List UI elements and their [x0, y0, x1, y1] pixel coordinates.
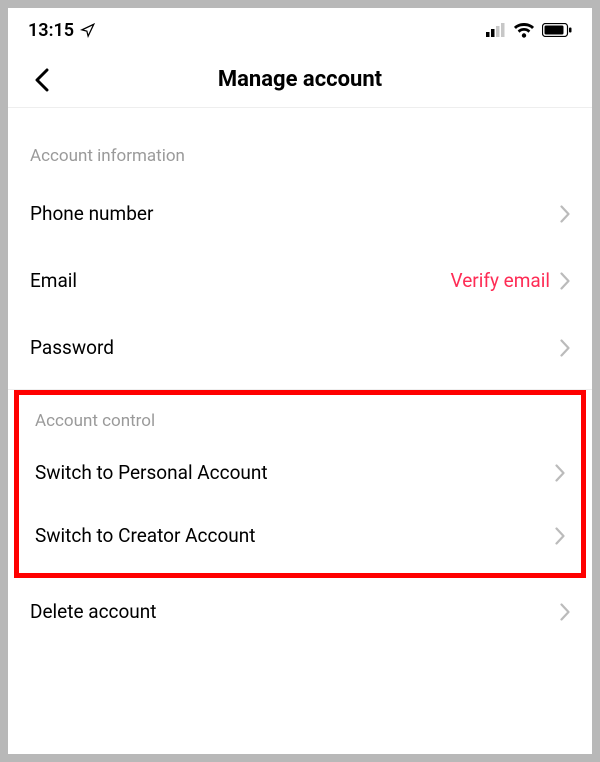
status-time: 13:15	[28, 20, 74, 41]
location-icon	[80, 23, 95, 38]
section-header-account-control: Account control	[19, 399, 581, 441]
row-label: Password	[30, 336, 114, 359]
chevron-left-icon	[35, 68, 49, 92]
page-title: Manage account	[8, 67, 592, 92]
status-left: 13:15	[28, 20, 95, 41]
content: Account information Phone number Email V…	[8, 108, 592, 645]
highlight-account-control: Account control Switch to Personal Accou…	[14, 390, 586, 578]
chevron-right-icon	[555, 464, 565, 482]
row-label: Phone number	[30, 202, 153, 225]
cellular-icon	[486, 23, 506, 37]
status-right	[486, 23, 572, 38]
row-password[interactable]: Password	[8, 314, 592, 381]
nav-bar: Manage account	[8, 52, 592, 108]
status-bar: 13:15	[8, 8, 592, 52]
row-label: Delete account	[30, 600, 157, 623]
back-button[interactable]	[22, 60, 62, 100]
section-header-account-info: Account information	[8, 118, 592, 180]
row-delete-account[interactable]: Delete account	[8, 578, 592, 645]
chevron-right-icon	[555, 527, 565, 545]
chevron-right-icon	[560, 205, 570, 223]
chevron-right-icon	[560, 603, 570, 621]
row-label: Email	[30, 269, 77, 292]
row-label: Switch to Creator Account	[35, 524, 255, 547]
wifi-icon	[514, 23, 534, 38]
row-switch-personal[interactable]: Switch to Personal Account	[19, 441, 581, 504]
chevron-right-icon	[560, 339, 570, 357]
row-email[interactable]: Email Verify email	[8, 247, 592, 314]
row-phone-number[interactable]: Phone number	[8, 180, 592, 247]
row-switch-creator[interactable]: Switch to Creator Account	[19, 504, 581, 567]
row-label: Switch to Personal Account	[35, 461, 268, 484]
settings-screen: 13:15	[8, 8, 592, 754]
battery-icon	[542, 23, 572, 37]
row-value-email: Verify email	[451, 269, 550, 292]
chevron-right-icon	[560, 272, 570, 290]
